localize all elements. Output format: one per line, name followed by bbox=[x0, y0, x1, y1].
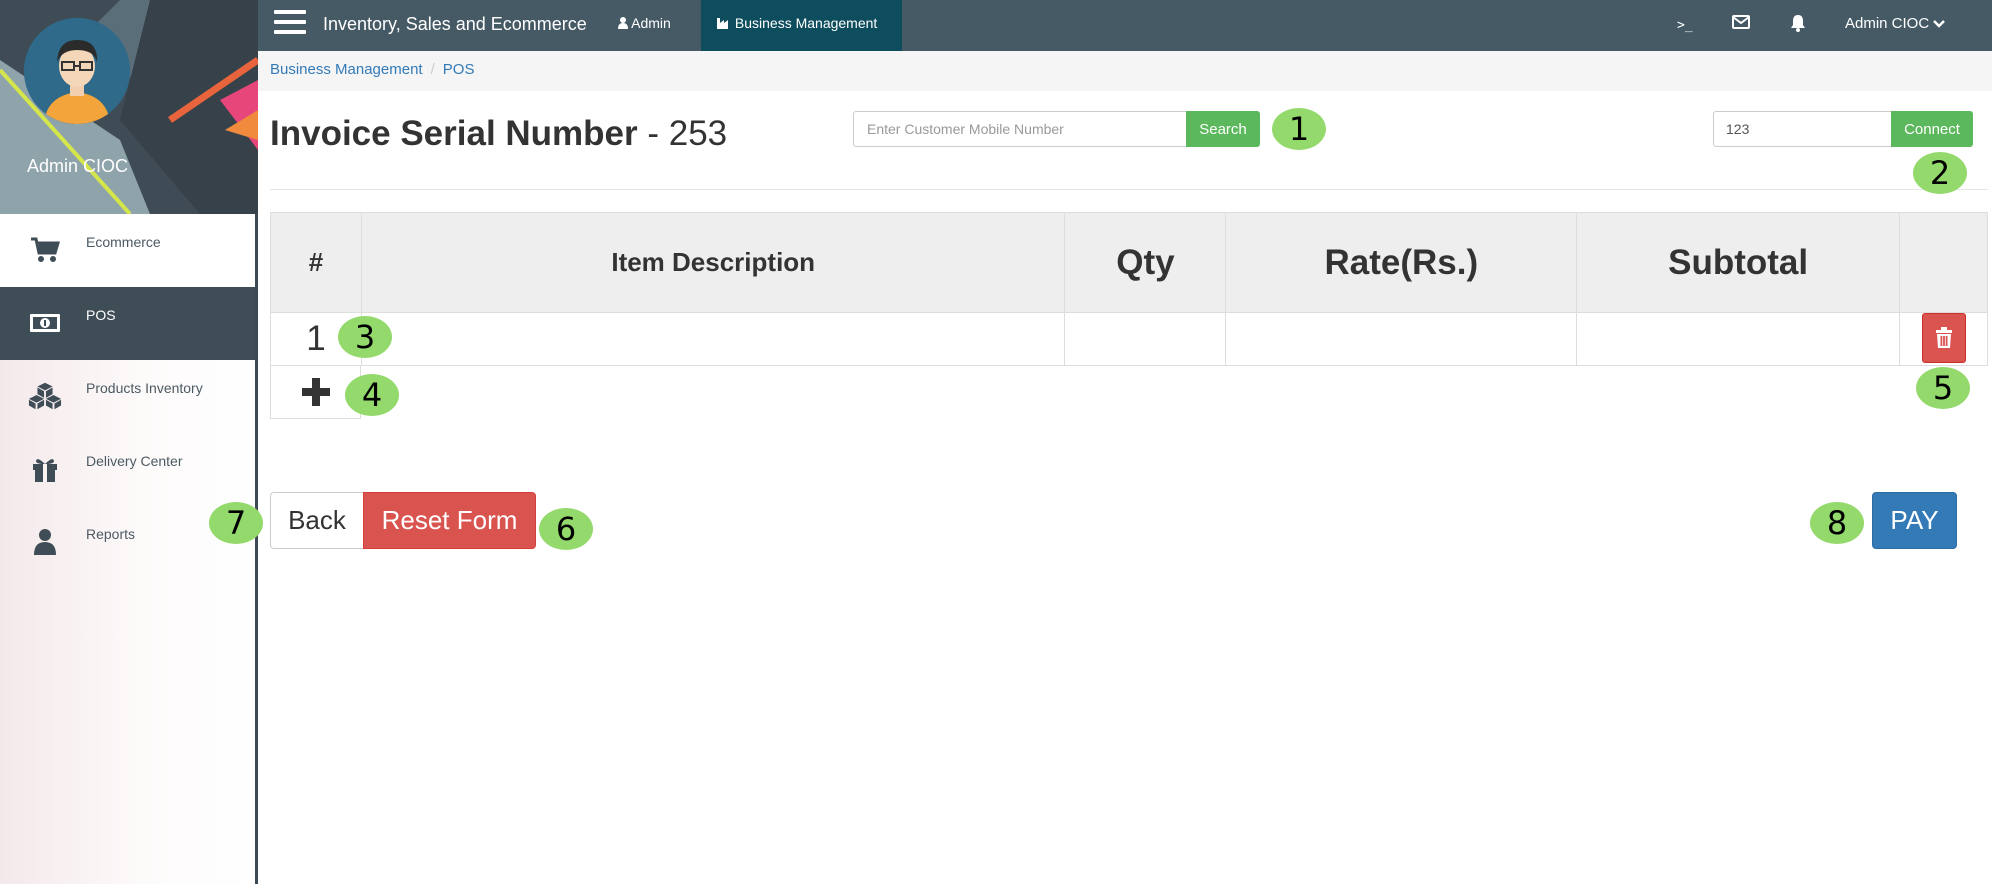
page-title: Invoice Serial Number - 253 bbox=[270, 114, 727, 154]
user-icon bbox=[28, 527, 62, 557]
subtotal-cell bbox=[1576, 312, 1901, 366]
sidebar-item-label: Delivery Center bbox=[86, 453, 183, 469]
column-header-number: # bbox=[270, 212, 362, 313]
sidebar: Admin CIOC Ecommerce POS Products Invent… bbox=[0, 0, 258, 884]
back-button[interactable]: Back bbox=[270, 492, 364, 549]
money-icon bbox=[28, 308, 62, 338]
column-header-subtotal: Subtotal bbox=[1576, 212, 1901, 313]
callout-marker: 2 bbox=[1913, 152, 1967, 194]
tab-admin-label: Admin bbox=[631, 15, 671, 31]
avatar-image bbox=[24, 18, 130, 124]
tab-admin[interactable]: Admin bbox=[618, 0, 671, 51]
customer-mobile-input[interactable] bbox=[853, 111, 1187, 147]
bell-icon[interactable] bbox=[1790, 14, 1806, 36]
callout-marker: 1 bbox=[1272, 108, 1326, 150]
items-table: # Item Description Qty Rate(Rs.) Subtota… bbox=[270, 212, 1988, 366]
callout-marker: 4 bbox=[345, 374, 399, 416]
column-header-actions bbox=[1899, 212, 1988, 313]
profile-panel: Admin CIOC bbox=[0, 0, 258, 214]
delete-row-button[interactable] bbox=[1922, 313, 1966, 363]
sidebar-item-products-inventory[interactable]: Products Inventory bbox=[0, 360, 255, 433]
avatar[interactable] bbox=[24, 18, 130, 124]
user-menu[interactable]: Admin CIOC bbox=[1845, 15, 1946, 32]
envelope-icon[interactable] bbox=[1732, 15, 1750, 33]
divider bbox=[270, 189, 1988, 190]
trash-icon bbox=[1936, 327, 1952, 348]
cart-icon bbox=[28, 235, 62, 265]
connect-input[interactable] bbox=[1713, 111, 1892, 147]
invoice-separator: - bbox=[637, 114, 669, 153]
column-header-item-description: Item Description bbox=[360, 212, 1066, 313]
chevron-down-icon bbox=[1933, 20, 1946, 28]
qty-cell[interactable] bbox=[1064, 312, 1227, 366]
breadcrumb: Business Management / POS bbox=[258, 51, 1992, 91]
industry-icon bbox=[717, 18, 728, 29]
pay-button[interactable]: PAY bbox=[1872, 492, 1957, 549]
sidebar-item-pos[interactable]: POS bbox=[0, 287, 255, 360]
callout-marker: 6 bbox=[539, 508, 593, 550]
item-description-cell[interactable] bbox=[360, 312, 1066, 366]
plus-icon bbox=[301, 378, 330, 406]
tab-business-management-label: Business Management bbox=[734, 15, 878, 31]
user-menu-label: Admin CIOC bbox=[1845, 15, 1930, 32]
callout-marker: 3 bbox=[338, 316, 392, 358]
column-header-rate: Rate(Rs.) bbox=[1225, 212, 1578, 313]
gift-icon bbox=[28, 454, 62, 484]
table-row: 1 bbox=[270, 312, 1988, 366]
sidebar-username: Admin CIOC bbox=[26, 156, 129, 176]
invoice-number: 253 bbox=[668, 114, 728, 153]
terminal-icon[interactable]: >_ bbox=[1677, 18, 1693, 33]
sidebar-item-delivery-center[interactable]: Delivery Center bbox=[0, 433, 255, 506]
callout-marker: 7 bbox=[209, 502, 263, 544]
reset-form-button[interactable]: Reset Form bbox=[363, 492, 536, 549]
breadcrumb-separator: / bbox=[430, 61, 435, 78]
sidebar-item-label: Reports bbox=[86, 526, 136, 542]
sidebar-item-label: POS bbox=[86, 307, 116, 323]
breadcrumb-pos[interactable]: POS bbox=[443, 61, 475, 78]
sidebar-item-label: Products Inventory bbox=[86, 380, 203, 396]
search-button[interactable]: Search bbox=[1186, 111, 1260, 147]
breadcrumb-business-management[interactable]: Business Management bbox=[270, 61, 423, 78]
top-navbar: Inventory, Sales and Ecommerce Admin Bus… bbox=[258, 0, 1992, 51]
app-title: Inventory, Sales and Ecommerce bbox=[323, 14, 587, 34]
hamburger-menu-icon[interactable] bbox=[274, 10, 306, 38]
callout-marker: 8 bbox=[1810, 502, 1864, 544]
rate-cell[interactable] bbox=[1225, 312, 1578, 366]
callout-marker: 5 bbox=[1916, 367, 1970, 409]
column-header-qty: Qty bbox=[1064, 212, 1227, 313]
user-icon bbox=[618, 17, 628, 29]
cubes-icon bbox=[28, 381, 62, 411]
tab-business-management[interactable]: Business Management bbox=[701, 0, 902, 51]
sidebar-item-ecommerce[interactable]: Ecommerce bbox=[0, 214, 255, 287]
sidebar-item-label: Ecommerce bbox=[86, 234, 161, 250]
table-header-row: # Item Description Qty Rate(Rs.) Subtota… bbox=[270, 212, 1988, 313]
invoice-label: Invoice Serial Number bbox=[270, 114, 638, 153]
connect-button[interactable]: Connect bbox=[1891, 111, 1973, 147]
